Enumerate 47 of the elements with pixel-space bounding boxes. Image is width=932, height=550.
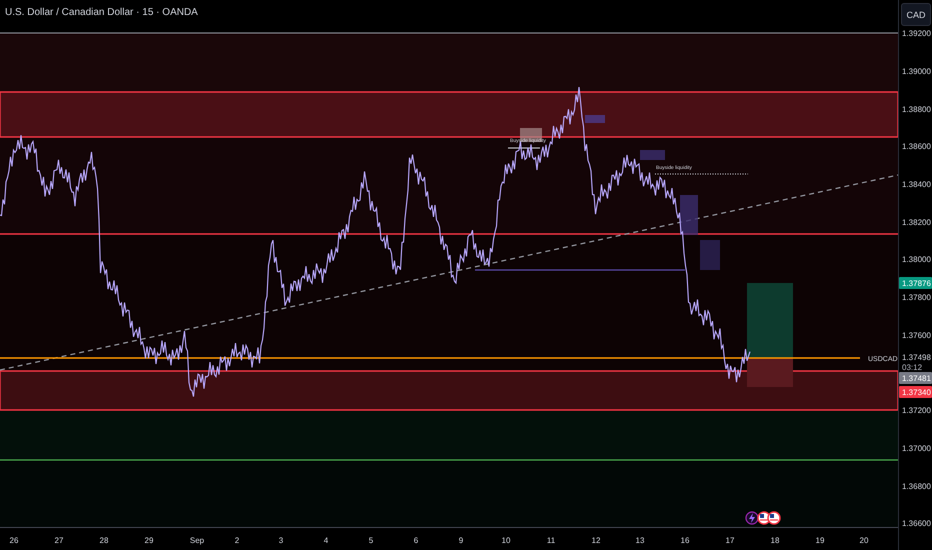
- price-label: 1.39000: [902, 67, 931, 76]
- time-label: 29: [144, 536, 154, 545]
- imbalance-block: [680, 195, 698, 235]
- price-label: 1.37498: [902, 353, 931, 362]
- time-label: 2: [234, 536, 240, 545]
- price-label: 1.36600: [902, 519, 931, 528]
- time-label: 9: [458, 536, 464, 545]
- price-label: 1.37600: [902, 331, 931, 340]
- loss-zone: [747, 358, 793, 387]
- imbalance-block: [585, 115, 605, 123]
- price-label: 1.38800: [902, 105, 931, 114]
- chart-title: U.S. Dollar / Canadian Dollar · 15 · OANDA: [5, 7, 198, 18]
- time-label: 12: [592, 536, 600, 545]
- price-label: 1.37800: [902, 293, 931, 302]
- time-label: 13: [636, 536, 644, 545]
- flag-icon[interactable]: [767, 511, 781, 525]
- price-tag: 1.37876: [899, 277, 932, 289]
- price-label: 1.36800: [902, 482, 931, 491]
- time-label: 18: [770, 536, 780, 545]
- price-label: 1.38200: [902, 218, 931, 227]
- price-tag: 1.37481: [899, 372, 932, 384]
- price-label: 1.38400: [902, 180, 931, 189]
- time-label: 20: [860, 536, 868, 545]
- time-label: 5: [368, 536, 374, 545]
- price-tag: 1.37340: [899, 386, 932, 398]
- time-label: Sep: [190, 536, 204, 545]
- time-label: 26: [10, 536, 18, 545]
- time-label: 6: [414, 536, 418, 545]
- currency-button[interactable]: CAD: [901, 3, 931, 26]
- countdown-label: 03:12: [902, 363, 922, 372]
- price-label: 1.38600: [902, 142, 931, 151]
- lightning-icon[interactable]: [745, 511, 759, 525]
- imbalance-block: [640, 150, 665, 160]
- time-label: 4: [324, 536, 328, 545]
- price-label: 1.37200: [902, 406, 931, 415]
- time-label: 16: [680, 536, 690, 545]
- price-label: 1.39200: [902, 29, 931, 38]
- time-label: 27: [54, 536, 64, 545]
- time-label: 28: [100, 536, 108, 545]
- time-label: 19: [816, 536, 824, 545]
- time-label: 17: [726, 536, 734, 545]
- imbalance-block: [700, 240, 720, 270]
- price-label: 1.38000: [902, 255, 931, 264]
- time-label: 10: [502, 536, 510, 545]
- time-label: 3: [278, 536, 284, 545]
- price-label: 1.37000: [902, 444, 931, 453]
- time-label: 11: [546, 536, 556, 545]
